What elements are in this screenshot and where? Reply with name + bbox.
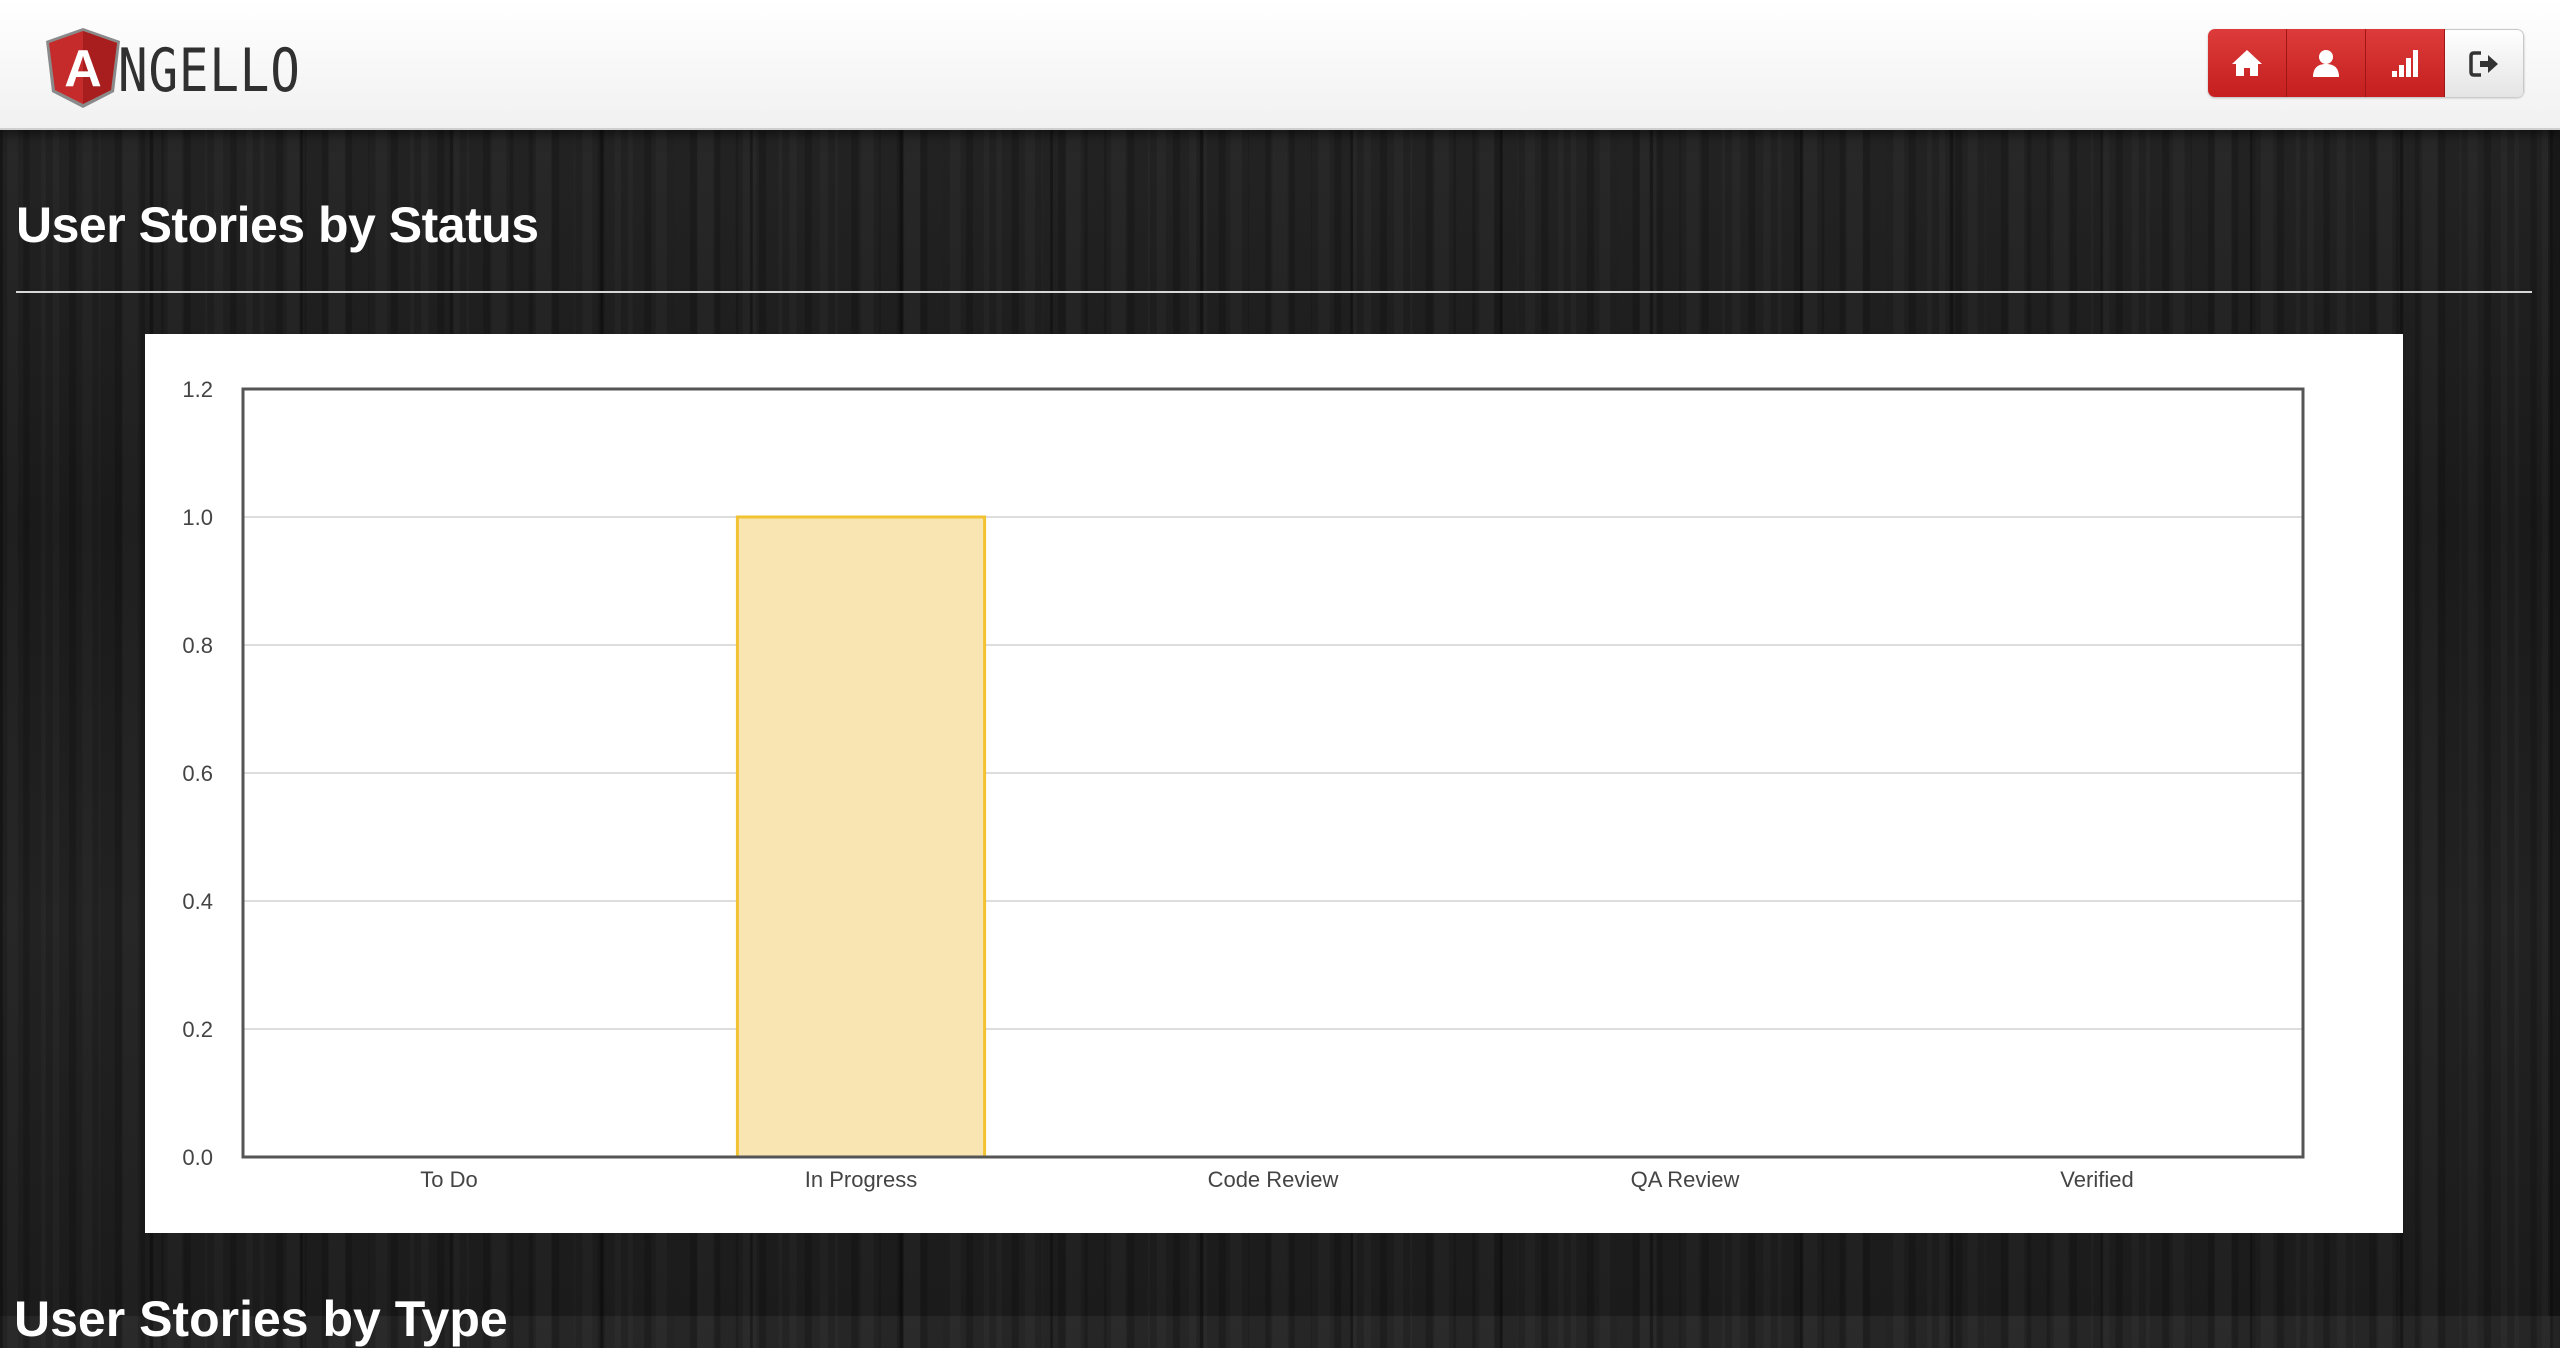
top-navbar: A NGELLO [0,0,2560,130]
chart-bars [735,515,987,1159]
page-scrollbar[interactable] [2548,130,2560,1316]
x-axis-ticks: To Do In Progress Code Review QA Review Veri… [420,1167,2133,1192]
page-title: User Stories by Status [16,197,539,253]
profile-button[interactable] [2287,29,2366,97]
bar-in-progress[interactable] [735,515,987,1159]
x-tick-label: QA Review [1631,1167,1740,1192]
stats-button[interactable] [2366,29,2445,97]
y-axis-ticks: 0.0 0.2 0.4 0.6 0.8 1.0 1.2 [182,377,213,1170]
logout-icon [2469,51,2498,77]
stats-icon [2392,50,2418,77]
y-tick-label: 1.2 [182,377,213,402]
app-logo[interactable]: A NGELLO [44,26,341,110]
y-tick-label: 0.0 [182,1145,213,1170]
x-tick-label: In Progress [805,1167,918,1192]
section-title-type: User Stories by Type [14,1291,508,1347]
logout-button[interactable] [2445,29,2524,97]
user-icon [2313,50,2339,77]
y-tick-label: 1.0 [182,505,213,530]
y-tick-label: 0.4 [182,889,213,914]
y-tick-label: 0.2 [182,1017,213,1042]
home-button[interactable] [2208,29,2287,97]
x-tick-label: Code Review [1208,1167,1339,1192]
home-icon [2232,50,2262,76]
logo-text: NGELLO [118,36,301,106]
logo-letter: A [64,40,102,98]
y-tick-label: 0.6 [182,761,213,786]
status-chart-panel: 0.0 0.2 0.4 0.6 0.8 1.0 1.2 To Do In Progress Co… [145,334,2403,1233]
title-divider [16,291,2532,293]
status-bar-chart: 0.0 0.2 0.4 0.6 0.8 1.0 1.2 To Do In Progress Co… [182,377,2305,1192]
chart-grid [243,516,2303,1030]
angular-shield-icon: A [46,28,120,108]
nav-button-group [2208,29,2524,97]
y-tick-label: 0.8 [182,633,213,658]
x-tick-label: To Do [420,1167,477,1192]
x-tick-label: Verified [2060,1167,2133,1192]
